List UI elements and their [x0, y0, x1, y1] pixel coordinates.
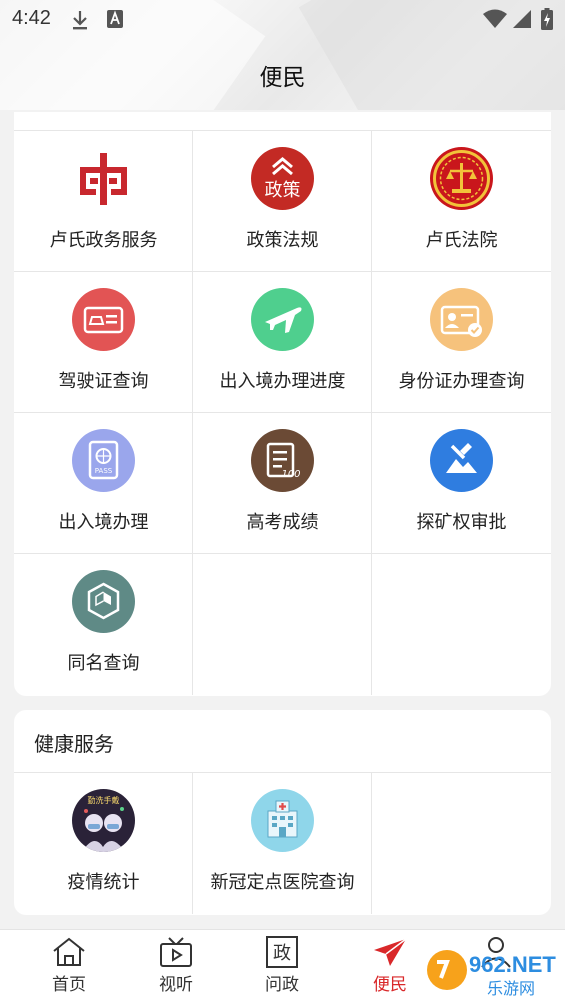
status-bar: 4:42: [0, 0, 565, 40]
passport-icon-text: PASS: [95, 467, 113, 475]
battery-icon: [541, 8, 553, 34]
status-time: 4:42: [12, 7, 51, 29]
service-label: 出入境办理: [58, 512, 149, 533]
service-court[interactable]: 卢氏法院: [372, 131, 551, 272]
nav-label: 首页: [52, 975, 86, 995]
nav-convenience[interactable]: 便民: [350, 936, 430, 1001]
tv-icon: [160, 937, 192, 967]
service-exit-entry[interactable]: PASS 出入境办理: [14, 413, 193, 554]
page-title: 便民: [259, 65, 306, 91]
download-icon: [70, 9, 90, 35]
nav-label: 便民: [373, 975, 407, 995]
epidemic-icon-text: 勤洗手戴: [88, 795, 120, 805]
gov-question-icon: 政: [266, 936, 298, 968]
service-label: 新冠定点医院查询: [210, 872, 355, 893]
epidemic-stats-icon: 勤洗手戴: [72, 789, 135, 852]
watermark-sub: 乐游网: [487, 979, 535, 998]
nav-home[interactable]: 首页: [29, 936, 109, 1001]
policy-icon: 政策: [251, 147, 314, 210]
watermark-brand: 962.NET: [469, 952, 556, 977]
service-driver-license[interactable]: 驾驶证查询: [14, 272, 193, 413]
exam-score-icon: 100: [251, 429, 314, 492]
home-icon: [53, 937, 85, 966]
empty-cell: [372, 773, 551, 914]
service-lushi-gov[interactable]: 卢氏政务服务: [14, 131, 193, 272]
service-label: 疫情统计: [67, 872, 140, 893]
health-services-card: 健康服务 勤洗手戴 疫情统计 新冠定点医院查询: [14, 710, 551, 915]
airplane-icon: [251, 288, 314, 351]
nav-gov-question[interactable]: 政 问政: [242, 936, 322, 1001]
empty-cell: [193, 554, 372, 695]
nav-label: 视听: [159, 975, 193, 995]
hospital-icon: [251, 789, 314, 852]
service-label: 同名查询: [67, 653, 140, 674]
service-label: 政策法规: [246, 230, 319, 251]
header-area: 4:42 便民: [0, 0, 565, 110]
same-name-icon: [72, 570, 135, 633]
paper-plane-icon: [374, 938, 407, 966]
service-epidemic-stats[interactable]: 勤洗手戴 疫情统计: [14, 773, 193, 914]
id-card-icon: [430, 288, 493, 351]
policy-icon-text: 政策: [265, 180, 301, 201]
service-id-card[interactable]: 身份证办理查询: [372, 272, 551, 413]
gov-services-card: 卢氏政务服务 政策 政策法规 卢氏法院 驾驶证查询 出入境办理进度 身份证办理查…: [14, 112, 551, 696]
service-exit-entry-progress[interactable]: 出入境办理进度: [193, 272, 372, 413]
gov-services-logo-icon: [72, 147, 135, 210]
passport-icon: PASS: [72, 429, 135, 492]
service-mining[interactable]: 探矿权审批: [372, 413, 551, 554]
service-label: 高考成绩: [246, 512, 319, 533]
court-emblem-icon: [430, 147, 493, 210]
bottom-nav: 首页 视听 政 问政 便民 962.NET 乐游网: [0, 929, 565, 1004]
service-label: 探矿权审批: [416, 512, 507, 533]
wifi-icon: [483, 9, 507, 33]
service-policy[interactable]: 政策 政策法规: [193, 131, 372, 272]
service-same-name[interactable]: 同名查询: [14, 554, 193, 695]
service-hospital-query[interactable]: 新冠定点医院查询: [193, 773, 372, 914]
service-label: 出入境办理进度: [219, 371, 346, 392]
font-icon: [106, 9, 124, 33]
empty-cell: [372, 554, 551, 695]
service-label: 卢氏法院: [425, 230, 498, 251]
service-exam-score[interactable]: 100 高考成绩: [193, 413, 372, 554]
service-label: 卢氏政务服务: [49, 230, 158, 251]
signal-icon: [512, 9, 532, 33]
service-label: 身份证办理查询: [398, 371, 525, 392]
gov-question-glyph: 政: [273, 943, 291, 964]
mining-icon: [430, 429, 493, 492]
driver-license-icon: [72, 288, 135, 351]
service-label: 驾驶证查询: [58, 371, 149, 392]
nav-label: 问政: [265, 975, 299, 995]
nav-tv[interactable]: 视听: [136, 936, 216, 1001]
section-title: 健康服务: [34, 732, 114, 756]
exam-score-icon-text: 100: [281, 469, 300, 480]
watermark: 962.NET 乐游网: [423, 940, 559, 1000]
